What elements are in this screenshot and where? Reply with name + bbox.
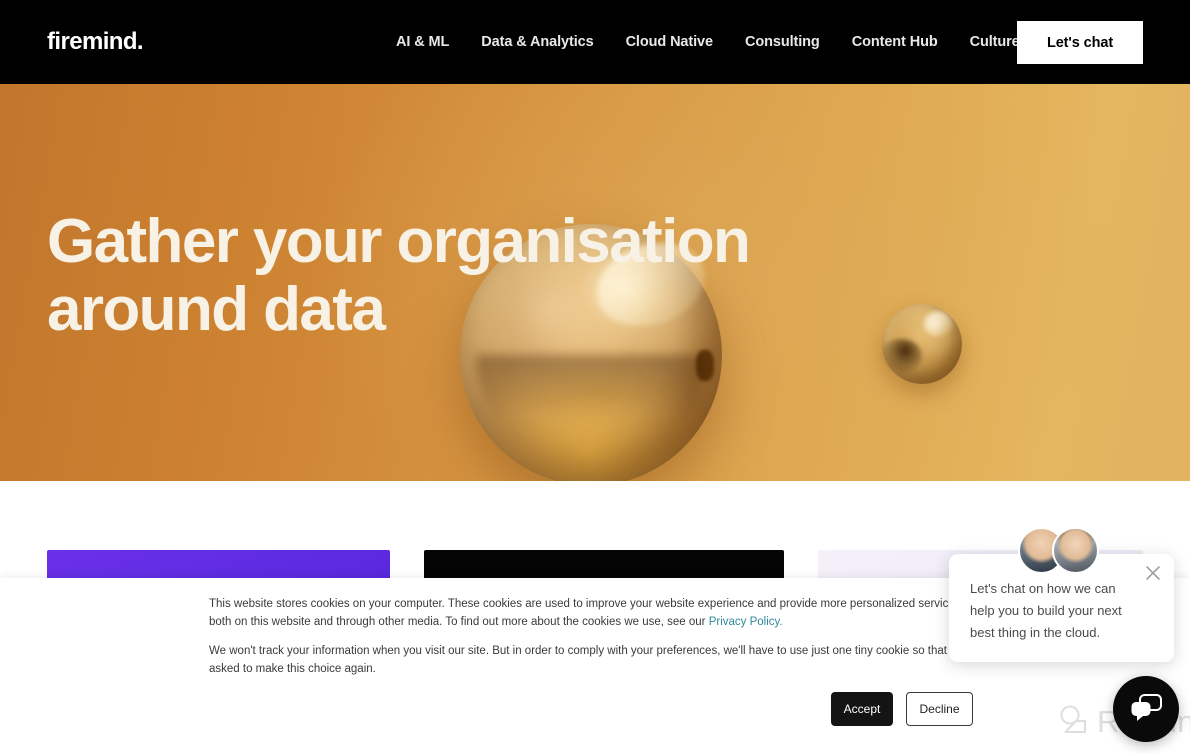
cookie-paragraph-1: This website stores cookies on your comp… (209, 596, 1009, 631)
firemind-logo[interactable]: firemind. (47, 30, 144, 54)
nav-item-cloud-native[interactable]: Cloud Native (626, 32, 714, 52)
nav-item-ai-ml[interactable]: AI & ML (396, 32, 449, 52)
small-sphere-graphic (882, 304, 962, 384)
hero-section: Gather your organisation around data (0, 84, 1190, 481)
hero-heading-line-1: Gather your organisation (47, 207, 751, 276)
nav-item-content-hub[interactable]: Content Hub (852, 32, 938, 52)
cookie-banner-actions: Accept Decline (831, 692, 973, 726)
site-header: firemind. AI & ML Data & Analytics Cloud… (0, 0, 1190, 84)
avatar (1052, 527, 1099, 574)
chat-bubble-button[interactable] (1113, 676, 1179, 742)
large-sphere-notch (695, 349, 715, 382)
header-lets-chat-button[interactable]: Let's chat (1017, 21, 1143, 64)
close-icon[interactable] (1143, 563, 1163, 583)
nav-item-data-analytics[interactable]: Data & Analytics (481, 32, 593, 52)
hero-heading-line-2: around data (47, 275, 386, 344)
cookie-paragraph-2: We won't track your information when you… (209, 645, 1001, 675)
cookie-paragraph-1-text: This website stores cookies on your comp… (209, 598, 999, 628)
chat-popup-card: Let's chat on how we can help you to bui… (949, 554, 1174, 662)
cookie-banner-text: This website stores cookies on your comp… (209, 596, 1009, 678)
cookie-accept-button[interactable]: Accept (831, 692, 893, 726)
hero-heading: Gather your organisation around data (47, 208, 767, 344)
cookie-decline-button[interactable]: Decline (906, 692, 973, 726)
nav-item-culture[interactable]: Culture (970, 32, 1020, 52)
privacy-policy-link[interactable]: Privacy Policy. (709, 616, 783, 628)
main-navigation: AI & ML Data & Analytics Cloud Native Co… (396, 32, 1020, 52)
nav-item-consulting[interactable]: Consulting (745, 32, 820, 52)
chat-bubble-icon (1129, 693, 1163, 726)
chat-popup-message: Let's chat on how we can help you to bui… (970, 581, 1122, 640)
